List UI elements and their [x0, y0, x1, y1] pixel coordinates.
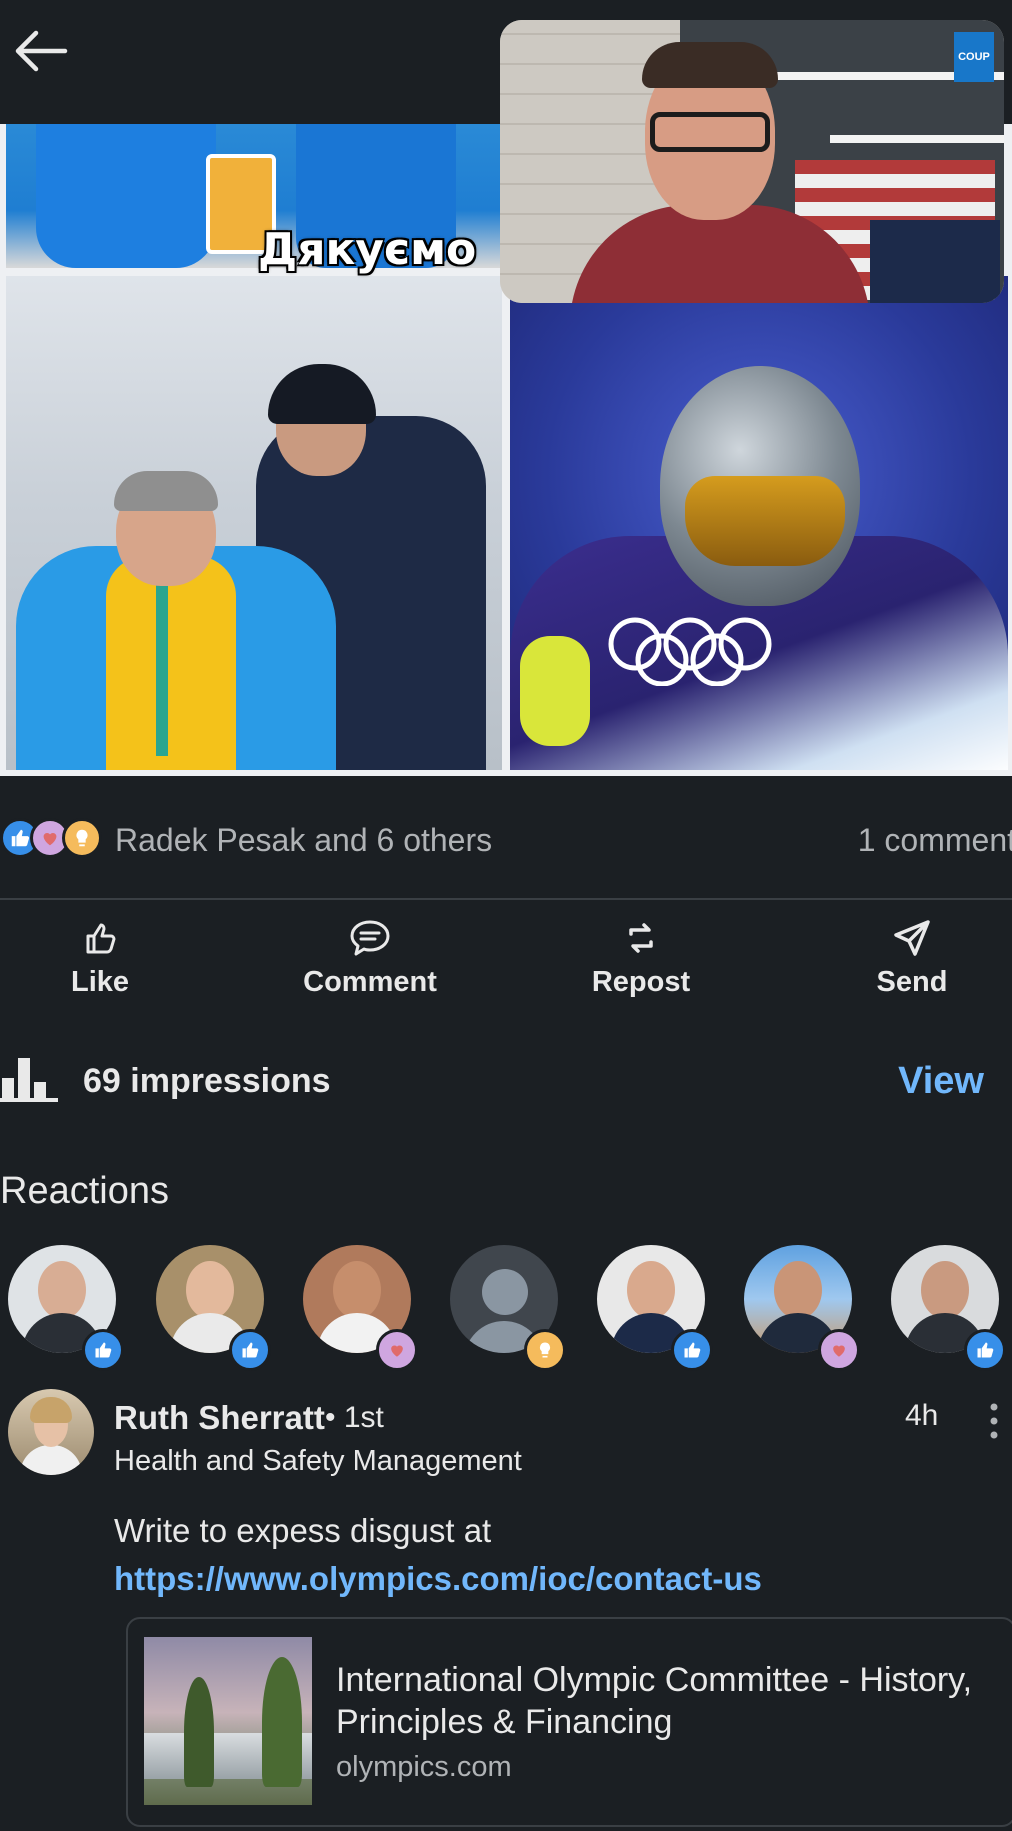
reaction-stack[interactable]	[0, 818, 105, 858]
view-analytics-link[interactable]: View	[898, 1060, 984, 1103]
like-reaction-icon	[671, 1329, 713, 1371]
connection-degree: • 1st	[325, 1401, 384, 1434]
pip-video[interactable]: COUP	[500, 20, 1004, 303]
comment-button[interactable]: Comment	[270, 912, 470, 1012]
like-reaction-icon	[82, 1329, 124, 1371]
comment-text: Write to expess disgust at	[114, 1512, 492, 1549]
pip-channel-logo: COUP	[954, 32, 994, 82]
love-reaction-icon	[818, 1329, 860, 1371]
repost-label: Repost	[591, 966, 691, 998]
insightful-reaction-icon	[62, 818, 102, 858]
comments-count[interactable]: 1 comment	[858, 822, 1012, 859]
comment-item: Ruth Sherratt • 1st 4h Health and Safety…	[0, 1385, 1012, 1831]
commenter-avatar[interactable]	[8, 1389, 94, 1475]
impressions-row: 69 impressions View	[0, 1052, 1012, 1112]
impressions-count: 69 impressions	[83, 1062, 331, 1100]
action-bar: Like Comment Repost Send	[0, 912, 1012, 1012]
commenter-headline: Health and Safety Management	[114, 1445, 522, 1477]
love-reaction-icon	[376, 1329, 418, 1371]
image-panel-coaches	[6, 276, 502, 770]
like-icon	[86, 923, 116, 954]
like-button[interactable]: Like	[0, 912, 200, 1012]
link-preview-thumbnail	[144, 1637, 312, 1805]
back-arrow-icon[interactable]	[10, 26, 70, 76]
reactor-avatars	[0, 1245, 1012, 1375]
repost-button[interactable]: Repost	[541, 912, 741, 1012]
more-options-icon[interactable]	[984, 1401, 1004, 1441]
bar-chart-icon	[0, 1058, 58, 1102]
like-reaction-icon	[229, 1329, 271, 1371]
reactors-text[interactable]: Radek Pesak and 6 others	[115, 822, 492, 859]
comment-link[interactable]: https://www.olympics.com/ioc/contact-us	[114, 1560, 762, 1598]
like-label: Like	[70, 966, 130, 998]
comment-label: Comment	[303, 966, 437, 998]
comment-icon	[350, 920, 390, 956]
send-label: Send	[876, 966, 948, 998]
comment-time: 4h	[905, 1399, 939, 1432]
image-panel-athlete	[510, 276, 1008, 770]
image-caption: Дякуємо	[258, 224, 477, 275]
repost-icon	[629, 923, 653, 953]
link-preview-title: International Olympic Committee - Histor…	[336, 1661, 973, 1741]
like-reaction-icon	[964, 1329, 1006, 1371]
link-preview-card[interactable]: International Olympic Committee - Histor…	[126, 1617, 1012, 1827]
reactions-heading: Reactions	[0, 1170, 169, 1212]
commenter-name[interactable]: Ruth Sherratt	[114, 1399, 325, 1437]
link-preview-domain: olympics.com	[336, 1751, 512, 1783]
divider	[0, 898, 1012, 900]
send-button[interactable]: Send	[812, 912, 1012, 1012]
send-icon	[894, 920, 930, 956]
social-counts: Radek Pesak and 6 others 1 comment	[0, 812, 1012, 872]
olympic-rings-icon	[608, 617, 772, 686]
insightful-reaction-icon	[524, 1329, 566, 1371]
